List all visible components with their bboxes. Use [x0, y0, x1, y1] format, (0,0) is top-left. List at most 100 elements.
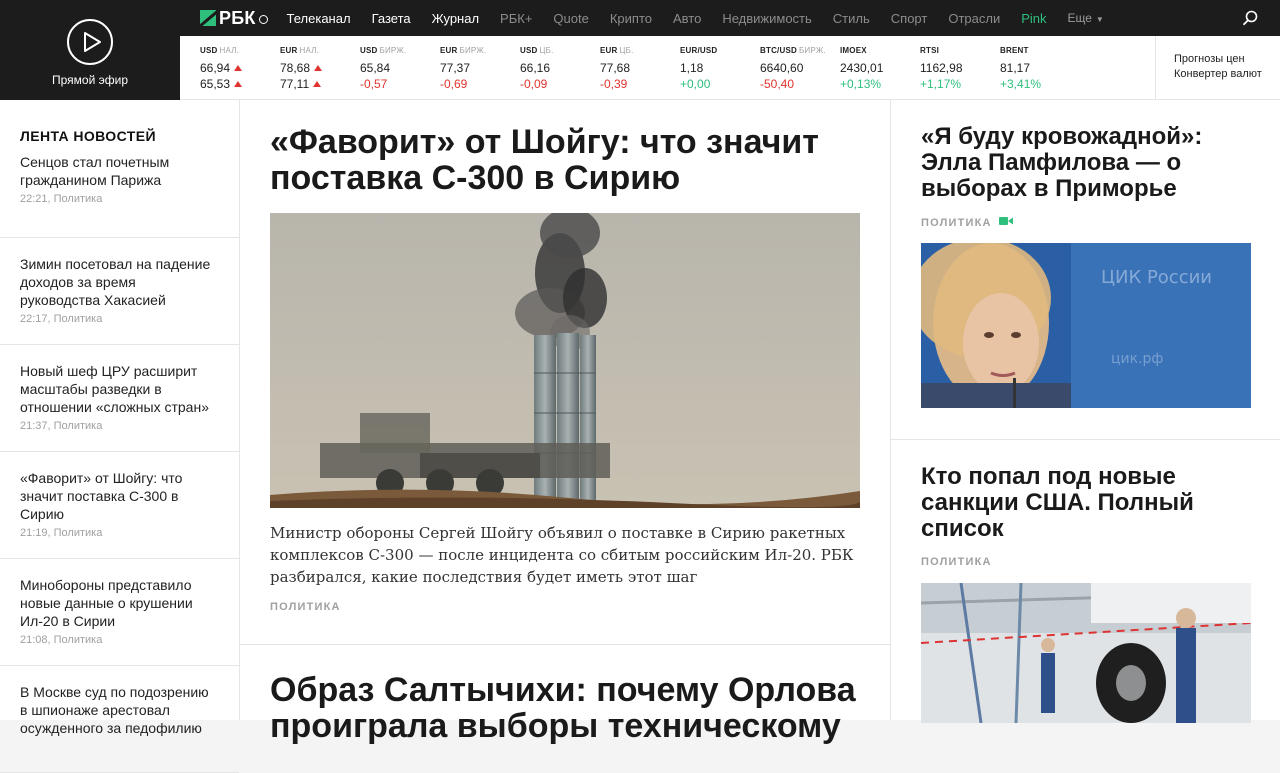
- ticker-item[interactable]: BTC/USD БИРЖ. 6640,60 -50,40: [760, 46, 826, 91]
- ticker-value-sell: 77,11: [280, 77, 322, 91]
- ticker-value: 1162,98: [920, 61, 963, 75]
- ticker-value-text: 66,94: [200, 61, 231, 75]
- nav-item-0[interactable]: Телеканал: [287, 11, 351, 26]
- ticker-value2-text: +0,13%: [840, 77, 882, 91]
- ticker-change: +1,17%: [920, 77, 963, 91]
- ticker-item[interactable]: RTSI 1162,98 +1,17%: [920, 46, 963, 91]
- ticker-value2-text: +0,00: [680, 77, 711, 91]
- ticker-value: 65,84: [360, 61, 406, 75]
- ticker-item[interactable]: EUR БИРЖ. 77,37 -0,69: [440, 46, 486, 91]
- ticker-item[interactable]: USD БИРЖ. 65,84 -0,57: [360, 46, 406, 91]
- news-feed-item[interactable]: Сенцов стал почетным гражданином Парижа 2…: [0, 153, 239, 238]
- ticker-item[interactable]: IMOEX 2430,01 +0,13%: [840, 46, 883, 91]
- ticker-change: +0,00: [680, 77, 717, 91]
- nav-item-6[interactable]: Авто: [673, 11, 701, 26]
- ticker-value-text: 78,68: [280, 61, 311, 75]
- ticker-item[interactable]: USD НАЛ. 66,94 65,53: [200, 46, 243, 91]
- nav-item-3[interactable]: РБК+: [500, 11, 532, 26]
- globe-icon: [258, 15, 268, 24]
- ticker-value2-text: -0,09: [520, 77, 548, 91]
- main-article-photo[interactable]: [270, 213, 860, 508]
- side-article-title[interactable]: Кто попал под новые санкции США. Полный …: [921, 464, 1250, 542]
- ticker-item-name: USD НАЛ.: [200, 46, 242, 55]
- price-forecast-link[interactable]: Прогнозы цен: [1174, 52, 1280, 67]
- next-article: Образ Салтычихи: почему Орлова проиграла…: [240, 645, 890, 744]
- ticker-item-name: EUR БИРЖ.: [440, 46, 486, 55]
- top-navigation: РБК Телеканал Газета Журнал РБК+ Quote Крипто…: [180, 0, 1280, 36]
- news-feed-item-meta: 21:08, Политика: [20, 634, 103, 646]
- nav-item-8[interactable]: Стиль: [833, 11, 870, 26]
- ticker-value: 78,68: [280, 61, 323, 75]
- news-feed: ЛЕНТА НОВОСТЕЙ Сенцов стал почетным граж…: [0, 100, 240, 773]
- side-article-category-label[interactable]: ПОЛИТИКА: [921, 556, 992, 568]
- ticker-change: -0,39: [600, 77, 634, 91]
- ticker-item-name: USD БИРЖ.: [360, 46, 406, 55]
- ticker-market: ЦБ.: [539, 46, 554, 55]
- search-icon[interactable]: [1242, 10, 1258, 26]
- news-feed-item-meta: 21:19, Политика: [20, 527, 103, 539]
- main-article-title[interactable]: «Фаворит» от Шойгу: что значит поставка …: [270, 124, 860, 196]
- side-article-category: ПОЛИТИКА: [921, 556, 1250, 568]
- ticker-value: 6640,60: [760, 61, 826, 75]
- arrow-up-icon: [313, 81, 322, 87]
- caret-down-icon: ▼: [1095, 15, 1104, 24]
- ticker-value: 77,68: [600, 61, 634, 75]
- news-feed-item-title: «Фаворит» от Шойгу: что значит поставка …: [20, 470, 183, 522]
- nav-item-4[interactable]: Quote: [553, 11, 588, 26]
- arrow-up-icon: [234, 65, 243, 71]
- news-feed-item[interactable]: «Фаворит» от Шойгу: что значит поставка …: [0, 452, 239, 559]
- ticker-value-text: 77,37: [440, 61, 471, 75]
- ticker-item[interactable]: EUR/USD 1,18 +0,00: [680, 46, 717, 91]
- live-stream-button[interactable]: Прямой эфир: [0, 0, 180, 100]
- right-column: «Я буду кровожадной»: Элла Памфилова — о…: [890, 100, 1280, 723]
- side-article-photo[interactable]: [921, 583, 1251, 723]
- ticker-item[interactable]: USD ЦБ. 66,16 -0,09: [520, 46, 554, 91]
- logo-text: РБК: [219, 7, 256, 28]
- svg-text:цик.рф: цик.рф: [1111, 351, 1163, 367]
- news-feed-title: ЛЕНТА НОВОСТЕЙ: [20, 128, 156, 144]
- ticker-change: +0,13%: [840, 77, 883, 91]
- next-article-title[interactable]: Образ Салтычихи: почему Орлова проиграла…: [270, 672, 860, 744]
- ticker-symbol: USD: [360, 46, 378, 55]
- ticker-symbol: USD: [520, 46, 538, 55]
- ticker-item[interactable]: EUR НАЛ. 78,68 77,11: [280, 46, 323, 91]
- ticker-item[interactable]: EUR ЦБ. 77,68 -0,39: [600, 46, 634, 91]
- ticker-symbol: IMOEX: [840, 46, 867, 55]
- nav-item-9[interactable]: Спорт: [891, 11, 928, 26]
- side-article: Кто попал под новые санкции США. Полный …: [891, 440, 1280, 723]
- ticker-symbol: RTSI: [920, 46, 940, 55]
- ticker-item-name: USD ЦБ.: [520, 46, 554, 55]
- ticker-value-text: 1162,98: [920, 61, 963, 75]
- ticker-change: -0,09: [520, 77, 554, 91]
- ticker-item[interactable]: BRENT 81,17 +3,41%: [1000, 46, 1041, 91]
- rbc-logo[interactable]: РБК: [200, 0, 268, 36]
- main-article-lead: Министр обороны Сергей Шойгу объявил о п…: [270, 524, 854, 586]
- ticker-symbol: EUR: [600, 46, 618, 55]
- ticker-value: 66,16: [520, 61, 554, 75]
- side-article-category: ПОЛИТИКА: [921, 216, 1250, 229]
- side-article-category-label[interactable]: ПОЛИТИКА: [921, 217, 992, 229]
- nav-item-1[interactable]: Газета: [372, 11, 411, 26]
- nav-item-5[interactable]: Крипто: [610, 11, 652, 26]
- news-feed-item-meta: 22:21, Политика: [20, 193, 103, 205]
- side-article-photo[interactable]: ЦИК России цик.рф: [921, 243, 1251, 408]
- nav-more-label: Еще: [1067, 11, 1092, 25]
- ticker-value2-text: -0,69: [440, 77, 468, 91]
- currency-converter-link[interactable]: Конвертер валют: [1174, 67, 1280, 82]
- ticker-value-sell: 65,53: [200, 77, 243, 91]
- nav-item-10[interactable]: Отрасли: [948, 11, 1000, 26]
- ticker-value: 1,18: [680, 61, 717, 75]
- nav-item-11[interactable]: Pink: [1021, 11, 1046, 26]
- news-feed-item[interactable]: Новый шеф ЦРУ расширит масштабы разведки…: [0, 345, 239, 452]
- nav-item-7[interactable]: Недвижимость: [722, 11, 811, 26]
- news-feed-item[interactable]: Зимин посетовал на падение доходов за вр…: [0, 238, 239, 345]
- main-article-category[interactable]: ПОЛИТИКА: [270, 601, 860, 613]
- ticker-value2-text: -0,39: [600, 77, 628, 91]
- ticker-value2-text: 65,53: [200, 77, 231, 91]
- ticker-value2-text: -0,57: [360, 77, 388, 91]
- news-feed-item[interactable]: Минобороны представило новые данные о кр…: [0, 559, 239, 666]
- nav-item-2[interactable]: Журнал: [432, 11, 479, 26]
- nav-more-dropdown[interactable]: Еще ▼: [1068, 11, 1104, 25]
- news-feed-item-title: Сенцов стал почетным гражданином Парижа: [20, 154, 170, 188]
- side-article-title[interactable]: «Я буду кровожадной»: Элла Памфилова — о…: [921, 124, 1250, 202]
